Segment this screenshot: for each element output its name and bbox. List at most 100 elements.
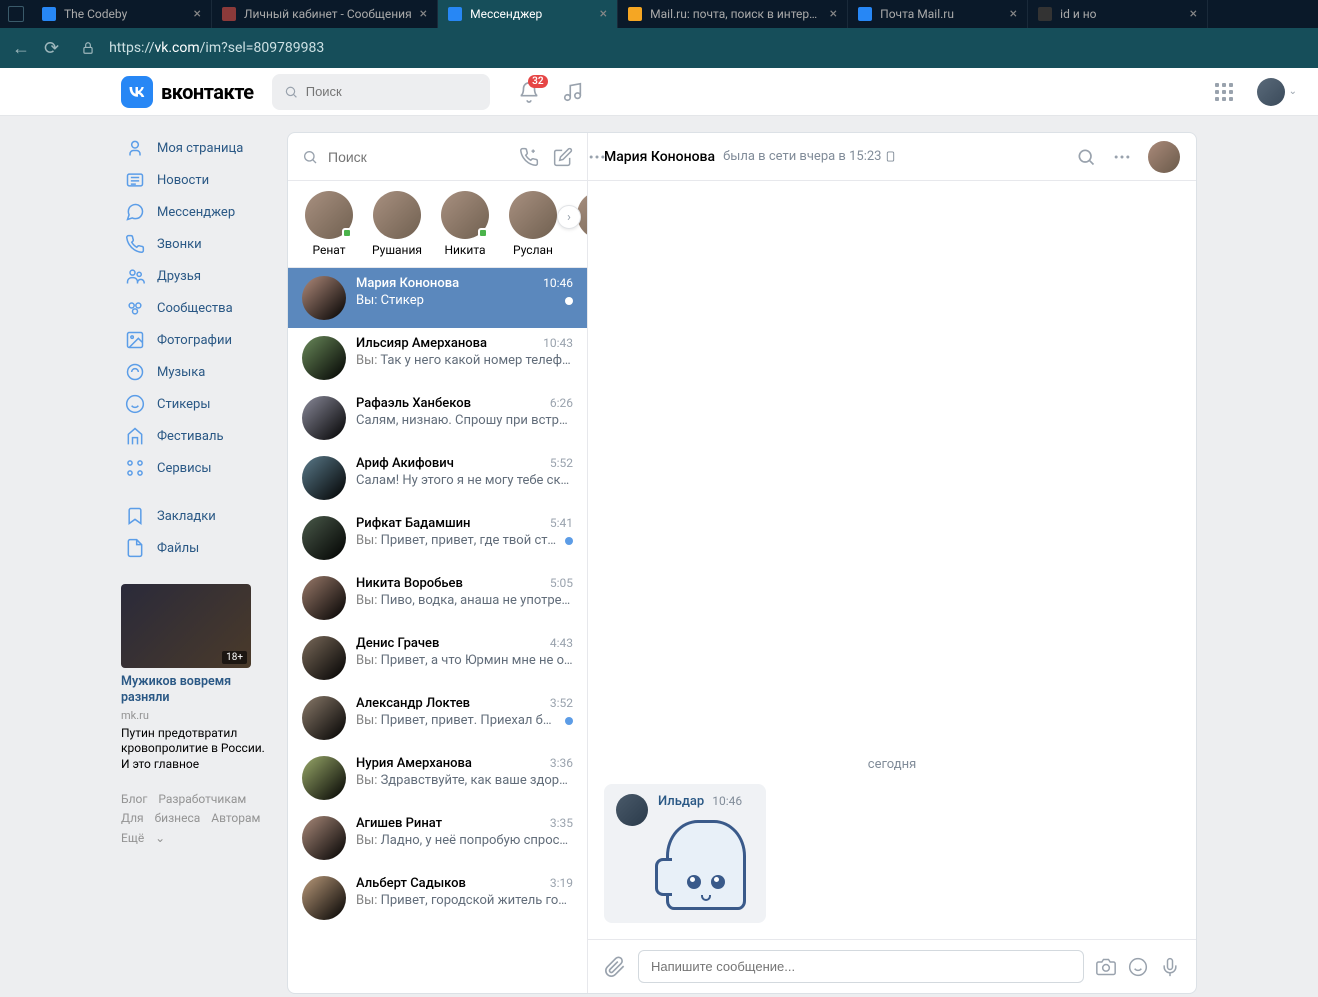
avatar — [1257, 78, 1285, 106]
sidebar-item-label: Файлы — [157, 541, 199, 556]
dialog-item[interactable]: Рафаэль Ханбеков6:26 Салям, низнаю. Спро… — [288, 388, 587, 448]
sidebar-item[interactable]: Моя страница — [121, 132, 271, 164]
sidebar-item[interactable]: Музыка — [121, 356, 271, 388]
sidebar-item[interactable]: Фотографии — [121, 324, 271, 356]
dialog-time: 4:43 — [550, 636, 573, 650]
camera-button[interactable] — [1096, 957, 1116, 977]
dialog-item[interactable]: Александр Локтев3:52 Вы: Привет, привет.… — [288, 688, 587, 748]
tab-close-icon[interactable]: × — [1190, 6, 1197, 22]
dialog-item[interactable]: Рифкат Бадамшин5:41 Вы: Привет, привет, … — [288, 508, 587, 568]
sidebar-item-label: Музыка — [157, 365, 205, 380]
profile-menu[interactable]: ⌄ — [1257, 78, 1297, 106]
unread-dot — [565, 537, 573, 545]
chat-more-button[interactable] — [1112, 147, 1132, 167]
dialogs-list: Мария Кононова10:46 Вы: Стикер Ильсияр А… — [288, 268, 587, 993]
footer-links: Блог Разработчикам Для бизнеса Авторам Е… — [121, 790, 271, 848]
dialog-name: Мария Кононова — [356, 276, 459, 291]
footer-link-biz[interactable]: Для бизнеса — [121, 811, 200, 825]
tab-close-icon[interactable]: × — [1010, 6, 1017, 22]
footer-link-more[interactable]: Ещё ⌄ — [121, 831, 165, 845]
footer-link-dev[interactable]: Разработчикам — [158, 792, 246, 806]
message-input[interactable] — [638, 950, 1084, 983]
header-search[interactable] — [272, 74, 490, 110]
new-call-button[interactable] — [519, 147, 539, 167]
chat-panel: Мария Кононова была в сети вчера в 15:23… — [588, 133, 1196, 993]
browser-tab[interactable]: id и но× — [1028, 0, 1208, 28]
compose-button[interactable] — [553, 147, 573, 167]
back-button[interactable]: ← — [12, 38, 30, 59]
sidebar-item[interactable]: Файлы — [121, 532, 271, 564]
dialog-item[interactable]: Агишев Ринат3:35 Вы: Ладно, у неё попроб… — [288, 808, 587, 868]
browser-tab[interactable]: The Codeby× — [32, 0, 212, 28]
sidebar-item[interactable]: Стикеры — [121, 388, 271, 420]
story[interactable]: Никита — [438, 191, 492, 257]
dialog-time: 3:52 — [550, 696, 573, 710]
sidebar-item[interactable]: Друзья — [121, 260, 271, 292]
tab-close-icon[interactable]: × — [600, 6, 607, 22]
story-avatar — [441, 191, 489, 239]
dialog-name: Ильсияр Амерханова — [356, 336, 487, 351]
sidebar-toggle-icon[interactable] — [8, 6, 24, 22]
sidebar-item[interactable]: Сервисы — [121, 452, 271, 484]
dialog-item[interactable]: Денис Грачев4:43 Вы: Привет, а что Юрмин… — [288, 628, 587, 688]
story-avatar — [373, 191, 421, 239]
sidebar-item[interactable]: Новости — [121, 164, 271, 196]
sidebar-item-label: Фестиваль — [157, 429, 224, 444]
mic-button[interactable] — [1160, 957, 1180, 977]
dialog-item[interactable]: Ильсияр Амерханова10:43 Вы: Так у него к… — [288, 328, 587, 388]
dialog-item[interactable]: Никита Воробьев5:05 Вы: Пиво, водка, ана… — [288, 568, 587, 628]
vk-logo[interactable]: вконтакте — [121, 76, 254, 108]
sidebar-item-label: Сообщества — [157, 301, 233, 316]
dialog-preview: Вы: Привет, городской житель гор... — [356, 893, 573, 908]
message-avatar[interactable] — [616, 794, 648, 826]
apps-button[interactable] — [1215, 83, 1233, 101]
browser-tab[interactable]: Личный кабинет - Сообщения × — [212, 0, 438, 28]
chat-peer-avatar[interactable] — [1148, 141, 1180, 173]
story[interactable]: Ренат — [302, 191, 356, 257]
dialog-preview: Вы: Привет, а что Юрмин мне не отве... — [356, 653, 573, 668]
vk-header: вконтакте 32 ⌄ — [0, 68, 1318, 116]
vk-logo-text: вконтакте — [161, 80, 254, 104]
sidebar-item[interactable]: Сообщества — [121, 292, 271, 324]
attach-button[interactable] — [604, 956, 626, 978]
dialog-avatar — [302, 516, 346, 560]
tab-close-icon[interactable]: × — [194, 6, 201, 22]
chat-title[interactable]: Мария Кононова — [604, 149, 715, 165]
tab-favicon — [628, 7, 642, 21]
dialog-item[interactable]: Мария Кононова10:46 Вы: Стикер — [288, 268, 587, 328]
story[interactable]: Руслан — [506, 191, 560, 257]
sidebar-item[interactable]: Мессенджер — [121, 196, 271, 228]
music-button[interactable] — [562, 81, 584, 103]
message-sender[interactable]: Ильдар — [658, 794, 704, 809]
story-name: Никита — [444, 243, 485, 257]
dialog-item[interactable]: Альберт Садыков3:19 Вы: Привет, городско… — [288, 868, 587, 928]
browser-tab[interactable]: Мессенджер× — [438, 0, 618, 28]
tab-close-icon[interactable]: × — [420, 6, 427, 22]
tab-title: Личный кабинет - Сообщения — [244, 7, 412, 21]
sidebar-item[interactable]: Закладки — [121, 500, 271, 532]
sticker-hand — [658, 817, 754, 913]
sidebar-item[interactable]: Фестиваль — [121, 420, 271, 452]
conv-search-input[interactable] — [328, 149, 509, 165]
story[interactable]: Рушания — [370, 191, 424, 257]
music-icon — [125, 362, 145, 382]
lock-icon — [81, 41, 95, 55]
tab-close-icon[interactable]: × — [830, 6, 837, 22]
notifications-button[interactable]: 32 — [518, 81, 540, 103]
url-bar: ← ⟳ https://vk.com/im?sel=809789983 — [0, 28, 1318, 68]
sidebar-item[interactable]: Звонки — [121, 228, 271, 260]
emoji-button[interactable] — [1128, 957, 1148, 977]
url-text[interactable]: https://vk.com/im?sel=809789983 — [109, 40, 324, 56]
header-search-input[interactable] — [306, 84, 478, 99]
dialog-name: Никита Воробьев — [356, 576, 463, 591]
dialog-item[interactable]: Нурия Амерханова3:36 Вы: Здравствуйте, к… — [288, 748, 587, 808]
reload-button[interactable]: ⟳ — [44, 38, 59, 59]
chat-search-button[interactable] — [1076, 147, 1096, 167]
stories-next-button[interactable]: › — [557, 205, 581, 229]
footer-link-blog[interactable]: Блог — [121, 792, 147, 806]
browser-tab[interactable]: Почта Mail.ru× — [848, 0, 1028, 28]
ad-block[interactable]: 18+ Мужиков вовремя разняли mk.ru Путин … — [121, 584, 271, 772]
dialog-item[interactable]: Ариф Акифович5:52 Салам! Ну этого я не м… — [288, 448, 587, 508]
browser-tab[interactable]: Mail.ru: почта, поиск в интерне× — [618, 0, 848, 28]
footer-link-auth[interactable]: Авторам — [211, 811, 260, 825]
